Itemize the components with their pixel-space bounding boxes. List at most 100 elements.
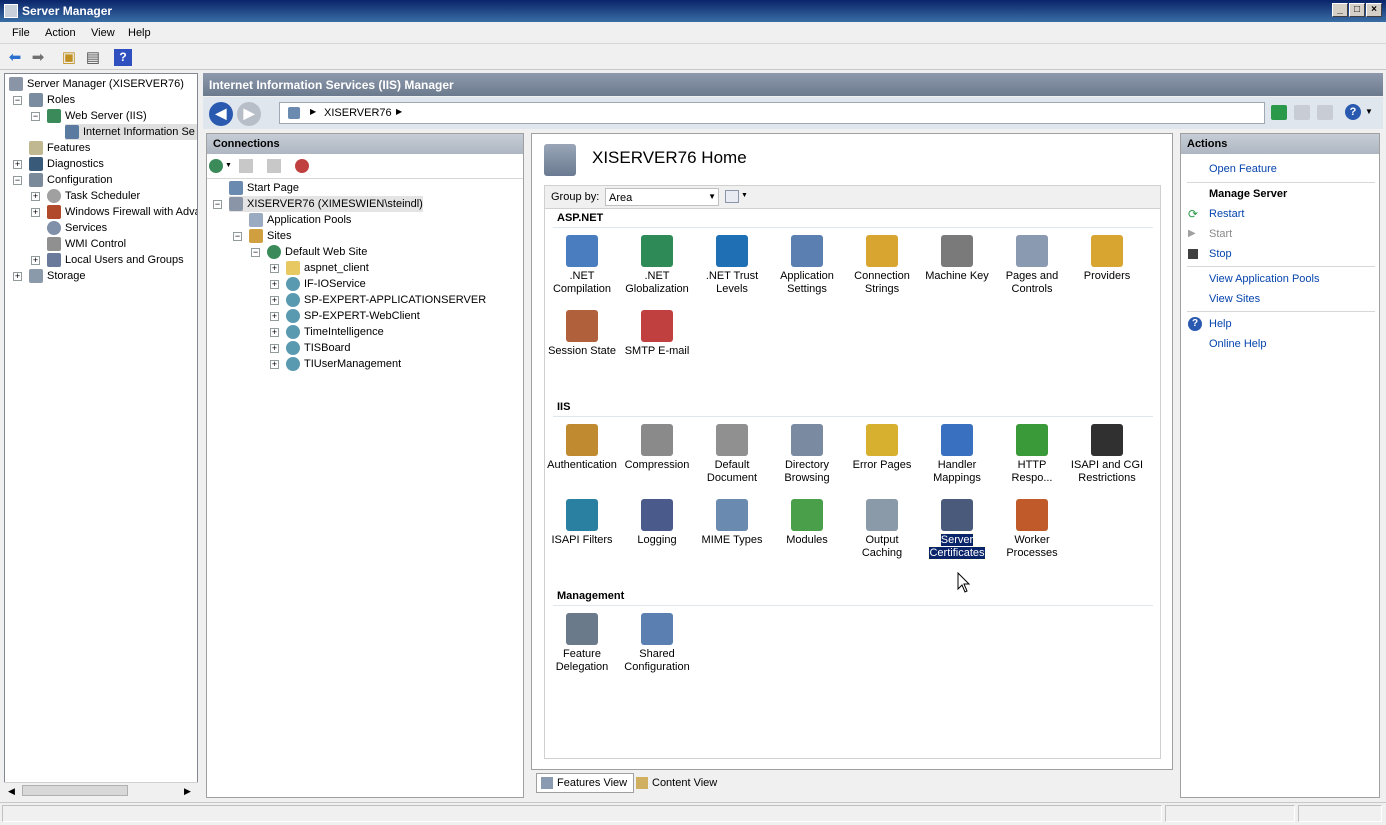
feature-output-caching[interactable]: Output Caching [845,499,919,560]
feature-modules[interactable]: Modules [770,499,844,547]
conn-site-child[interactable]: IF-IOService [286,276,366,292]
forward-arrow-icon[interactable]: ➡ [29,49,47,66]
feature-machine-key[interactable]: Machine Key [920,235,994,283]
expand-icon[interactable]: + [270,264,279,273]
tree-configuration[interactable]: Configuration [29,172,112,188]
expand-firewall-icon[interactable]: + [31,208,40,217]
feature-logging[interactable]: Logging [620,499,694,547]
expand-icon[interactable]: + [270,280,279,289]
show-hide-tree-icon[interactable]: ▤ [84,49,102,66]
tree-services[interactable]: Services [47,220,107,236]
dropdown-icon[interactable]: ▼ [225,162,232,169]
view-sites-link[interactable]: View Sites [1209,293,1260,305]
menu-file[interactable]: File [12,27,30,39]
collapse-default-site-icon[interactable]: − [251,248,260,257]
up-folder-icon[interactable]: ▣ [60,49,78,66]
feature-authentication[interactable]: Authentication [545,424,619,472]
feature-default-document[interactable]: Default Document [695,424,769,485]
expand-icon[interactable]: + [270,360,279,369]
tree-horizontal-scrollbar[interactable]: ◀ ▶ [4,782,198,798]
feature-mime-types[interactable]: MIME Types [695,499,769,547]
feature-feature-delegation[interactable]: Feature Delegation [545,613,619,674]
feature-isapi-filters[interactable]: ISAPI Filters [545,499,619,547]
restart-link[interactable]: Restart [1209,208,1244,220]
expand-icon[interactable]: + [270,328,279,337]
up-icon[interactable] [267,159,281,173]
tree-root[interactable]: Server Manager (XISERVER76) [9,76,184,92]
menu-action[interactable]: Action [45,27,76,39]
feature-worker-processes[interactable]: Worker Processes [995,499,1069,560]
feature-error-pages[interactable]: Error Pages [845,424,919,472]
tree-wmi[interactable]: WMI Control [47,236,126,252]
expand-icon[interactable]: + [270,312,279,321]
feature-pages-controls[interactable]: Pages and Controls [995,235,1069,296]
feature-session-state[interactable]: Session State [545,310,619,358]
view-mode-dropdown-icon[interactable]: ▼ [741,192,748,199]
feature-application-settings[interactable]: Application Settings [770,235,844,296]
feature-server-certificates[interactable]: Server Certificates [920,499,994,560]
tab-content-view[interactable]: Content View [631,773,724,793]
help-icon[interactable]: ? [1345,104,1361,120]
conn-site-child[interactable]: SP-EXPERT-APPLICATIONSERVER [286,292,486,308]
conn-server[interactable]: XISERVER76 (XIMESWIEN\steindl) [229,196,423,212]
back-arrow-icon[interactable]: ⬅ [6,49,24,66]
feature-compression[interactable]: Compression [620,424,694,472]
tab-features-view[interactable]: Features View [536,773,635,793]
online-help-link[interactable]: Online Help [1209,338,1266,350]
stop-nav-icon[interactable] [1294,105,1310,120]
feature-directory-browsing[interactable]: Directory Browsing [770,424,844,485]
conn-sites[interactable]: Sites [249,228,291,244]
conn-app-pools[interactable]: Application Pools [249,212,351,228]
conn-site-child[interactable]: TimeIntelligence [286,324,384,340]
open-feature-link[interactable]: Open Feature [1209,163,1277,175]
close-button[interactable]: × [1366,3,1382,17]
expand-diagnostics-icon[interactable]: + [13,160,22,169]
collapse-server-icon[interactable]: − [213,200,222,209]
menu-view[interactable]: View [91,27,115,39]
view-app-pools-link[interactable]: View Application Pools [1209,273,1319,285]
start-link[interactable]: Start [1209,228,1232,240]
feature-isapi-cgi[interactable]: ISAPI and CGI Restrictions [1070,424,1144,485]
disconnect-icon[interactable] [295,159,309,173]
expand-icon[interactable]: + [270,344,279,353]
collapse-roles-icon[interactable]: − [13,96,22,105]
expand-task-scheduler-icon[interactable]: + [31,192,40,201]
feature-net-trust-levels[interactable]: .NET Trust Levels [695,235,769,296]
conn-site-child[interactable]: aspnet_client [286,260,369,276]
feature-handler-mappings[interactable]: Handler Mappings [920,424,994,485]
minimize-button[interactable]: _ [1332,3,1348,17]
expand-local-users-icon[interactable]: + [31,256,40,265]
tree-task-scheduler[interactable]: Task Scheduler [47,188,140,204]
nav-back-icon[interactable]: ◀ [209,102,233,126]
home-icon[interactable] [1317,105,1333,120]
help-icon[interactable]: ? [114,49,132,66]
feature-net-compilation[interactable]: .NET Compilation [545,235,619,296]
tree-storage[interactable]: Storage [29,268,86,284]
collapse-sites-icon[interactable]: − [233,232,242,241]
feature-providers[interactable]: Providers [1070,235,1144,283]
view-mode-icon[interactable] [725,190,739,203]
feature-connection-strings[interactable]: Connection Strings [845,235,919,296]
conn-site-child[interactable]: SP-EXPERT-WebClient [286,308,420,324]
nav-forward-icon[interactable]: ▶ [237,102,261,126]
connect-icon[interactable] [209,159,223,173]
feature-shared-configuration[interactable]: Shared Configuration [620,613,694,674]
tree-web-server[interactable]: Web Server (IIS) [47,108,147,124]
help-link[interactable]: Help [1209,318,1232,330]
breadcrumb-server[interactable]: XISERVER76 [324,107,392,119]
menu-help[interactable]: Help [128,27,151,39]
collapse-configuration-icon[interactable]: − [13,176,22,185]
feature-http-response[interactable]: HTTP Respo... [995,424,1069,485]
tree-features[interactable]: Features [29,140,90,156]
expand-storage-icon[interactable]: + [13,272,22,281]
scroll-right-icon[interactable]: ▶ [184,786,191,797]
breadcrumb-arrow-icon[interactable]: ▶ [396,107,402,116]
conn-site-child[interactable]: TIUserManagement [286,356,401,372]
scroll-left-icon[interactable]: ◀ [8,786,15,797]
feature-smtp-email[interactable]: SMTP E-mail [620,310,694,358]
stop-link[interactable]: Stop [1209,248,1232,260]
tree-local-users[interactable]: Local Users and Groups [47,252,184,268]
scroll-thumb[interactable] [22,785,128,796]
help-dropdown-icon[interactable]: ▼ [1365,107,1373,116]
refresh-icon[interactable] [1271,105,1287,120]
